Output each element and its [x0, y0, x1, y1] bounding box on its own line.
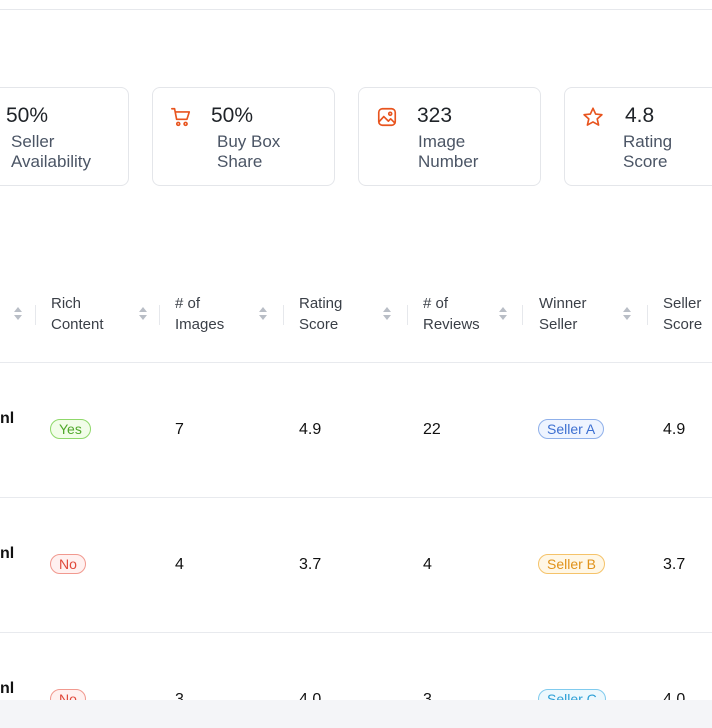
sort-icon[interactable]: [13, 306, 23, 322]
image-icon: [377, 107, 397, 127]
product-name-cell: nl: [0, 410, 15, 427]
kpi-card-buy-box-share: 50% Buy Box Share: [152, 87, 335, 186]
kpi-value: 50%: [6, 104, 49, 127]
kpi-label: Seller Availability: [11, 132, 92, 171]
product-name-cell: nl: [0, 680, 15, 697]
sort-icon[interactable]: [498, 306, 508, 322]
kpi-label: Image Number: [418, 132, 479, 171]
top-divider: [0, 9, 712, 10]
column-header-reviews[interactable]: # of Reviews: [423, 293, 480, 335]
column-header-images[interactable]: # of Images: [175, 293, 224, 335]
kpi-card-rating-score: 4.8 Rating Score: [564, 87, 712, 186]
column-header-rich-content[interactable]: Rich Content: [51, 293, 104, 335]
reviews-cell: 4: [423, 556, 432, 573]
sort-icon[interactable]: [622, 306, 632, 322]
column-divider: [522, 305, 523, 325]
column-divider: [647, 305, 648, 325]
seller-score-cell: 4.9: [663, 421, 686, 438]
column-header-winner-seller[interactable]: Winner Seller: [539, 293, 587, 335]
reviews-cell: 22: [423, 421, 441, 438]
column-header-seller-score[interactable]: Seller Score: [663, 293, 702, 335]
product-name-cell: nl: [0, 545, 15, 562]
rating-cell: 4.9: [299, 421, 322, 438]
column-divider: [35, 305, 36, 325]
row-divider: [0, 362, 712, 363]
kpi-label: Buy Box Share: [217, 132, 281, 171]
column-divider: [407, 305, 408, 325]
column-divider: [159, 305, 160, 325]
bottom-overlay: [0, 700, 712, 728]
kpi-value: 323: [417, 104, 453, 127]
rating-cell: 3.7: [299, 556, 322, 573]
kpi-card-seller-availability: 50% Seller Availability: [0, 87, 129, 186]
column-header-rating-score[interactable]: Rating Score: [299, 293, 342, 335]
rich-content-badge: No: [50, 554, 86, 574]
images-cell: 7: [175, 421, 184, 438]
cart-icon: [171, 107, 191, 127]
kpi-card-image-number: 323 Image Number: [358, 87, 541, 186]
star-icon: [583, 107, 603, 126]
winner-seller-badge: Seller A: [538, 419, 605, 439]
sort-icon[interactable]: [382, 306, 392, 322]
images-cell: 4: [175, 556, 184, 573]
kpi-label: Rating Score: [623, 132, 673, 171]
row-divider: [0, 632, 712, 633]
sort-icon[interactable]: [258, 306, 268, 322]
column-divider: [283, 305, 284, 325]
winner-seller-badge: Seller B: [538, 554, 606, 574]
rich-content-badge: Yes: [50, 419, 91, 439]
kpi-value: 4.8: [625, 104, 655, 127]
row-divider: [0, 497, 712, 498]
sort-icon[interactable]: [138, 306, 148, 322]
seller-score-cell: 3.7: [663, 556, 686, 573]
kpi-value: 50%: [211, 104, 254, 127]
